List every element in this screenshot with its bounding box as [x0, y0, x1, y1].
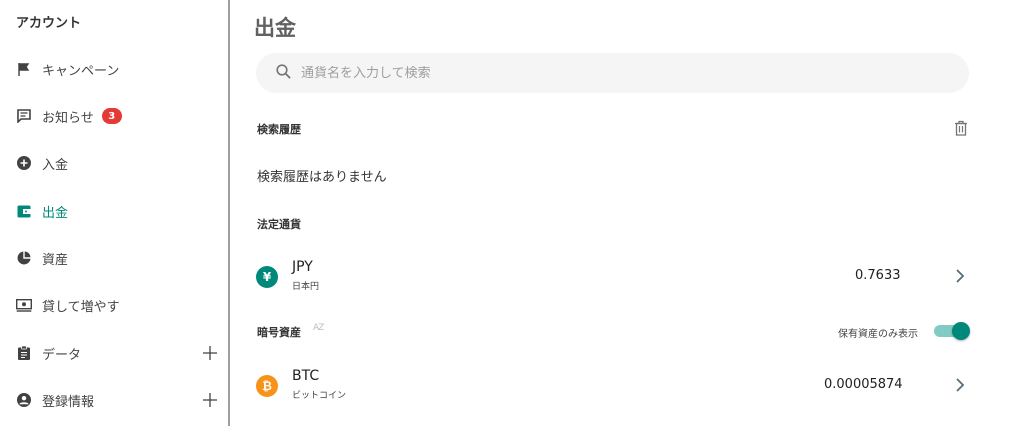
sidebar-item-label: 出金: [42, 205, 69, 221]
sidebar-item-lending[interactable]: 貸して増やす: [0, 285, 228, 325]
currency-balance: 0.7633: [855, 268, 901, 283]
empty-history-message: 検索履歴はありません: [257, 170, 387, 185]
sidebar-title: アカウント: [16, 16, 82, 31]
sidebar-item-label: お知らせ: [42, 110, 94, 126]
currency-code: BTC: [292, 368, 320, 384]
add-circle-icon: [16, 155, 32, 171]
search-history-heading: 検索履歴: [257, 123, 301, 136]
sidebar-item-data[interactable]: データ: [0, 333, 228, 373]
main-content: 出金 検索履歴 検索履歴はありません 法定通貨 ¥ JPY 日本円 0.7633…: [230, 0, 1024, 426]
currency-row-btc[interactable]: ₿ BTC ビットコイン 0.00005874: [256, 367, 972, 407]
currency-name: 日本円: [292, 282, 320, 292]
sidebar-item-label: 登録情報: [42, 394, 95, 410]
pie-chart-icon: [16, 250, 32, 266]
sidebar-item-label: キャンペーン: [42, 63, 120, 79]
yen-coin-icon: ¥: [256, 266, 278, 288]
sidebar-item-deposit[interactable]: 入金: [0, 143, 228, 183]
currency-row-jpy[interactable]: ¥ JPY 日本円 0.7633: [256, 258, 972, 298]
currency-name: ビットコイン: [292, 391, 347, 401]
search-icon: [276, 63, 291, 83]
wallet-icon: [16, 203, 32, 219]
expand-plus-icon[interactable]: [202, 345, 218, 361]
sidebar-item-assets[interactable]: 資産: [0, 238, 228, 278]
clipboard-icon: [16, 345, 32, 361]
currency-code: JPY: [292, 259, 313, 275]
currency-balance: 0.00005874: [824, 377, 903, 392]
sidebar-item-label: 資産: [42, 252, 69, 268]
sort-az-icon[interactable]: AZ: [313, 323, 324, 333]
page-title: 出金: [254, 16, 296, 40]
sidebar-item-label: データ: [42, 347, 82, 363]
message-icon: [16, 108, 32, 124]
crypto-heading: 暗号資産: [257, 326, 301, 339]
sidebar-item-label: 入金: [42, 157, 69, 173]
sidebar-item-withdraw[interactable]: 出金: [0, 191, 228, 231]
sidebar-item-label: 貸して増やす: [42, 299, 120, 315]
chevron-right-icon[interactable]: [954, 268, 966, 284]
expand-plus-icon[interactable]: [202, 392, 218, 408]
search-input[interactable]: [301, 65, 901, 81]
flag-icon: [16, 61, 32, 77]
notification-count-badge: 3: [101, 108, 122, 124]
sidebar-item-campaign[interactable]: キャンペーン: [0, 49, 228, 89]
chevron-right-icon[interactable]: [954, 377, 966, 393]
sidebar-item-notifications[interactable]: お知らせ 3: [0, 96, 228, 136]
search-bar[interactable]: [256, 53, 969, 93]
bitcoin-coin-icon: ₿: [256, 375, 278, 397]
money-icon: [16, 297, 32, 313]
sidebar-item-registration[interactable]: 登録情報: [0, 380, 228, 420]
fiat-heading: 法定通貨: [257, 218, 301, 231]
holdings-only-toggle[interactable]: [934, 322, 970, 340]
trash-icon[interactable]: [954, 120, 968, 136]
toggle-thumb: [952, 322, 970, 340]
holdings-only-label: 保有資産のみ表示: [838, 329, 918, 340]
sidebar: アカウント キャンペーン お知らせ 3 入金 出金 資産 貸して増やす データ …: [0, 0, 228, 426]
account-circle-icon: [16, 392, 32, 408]
